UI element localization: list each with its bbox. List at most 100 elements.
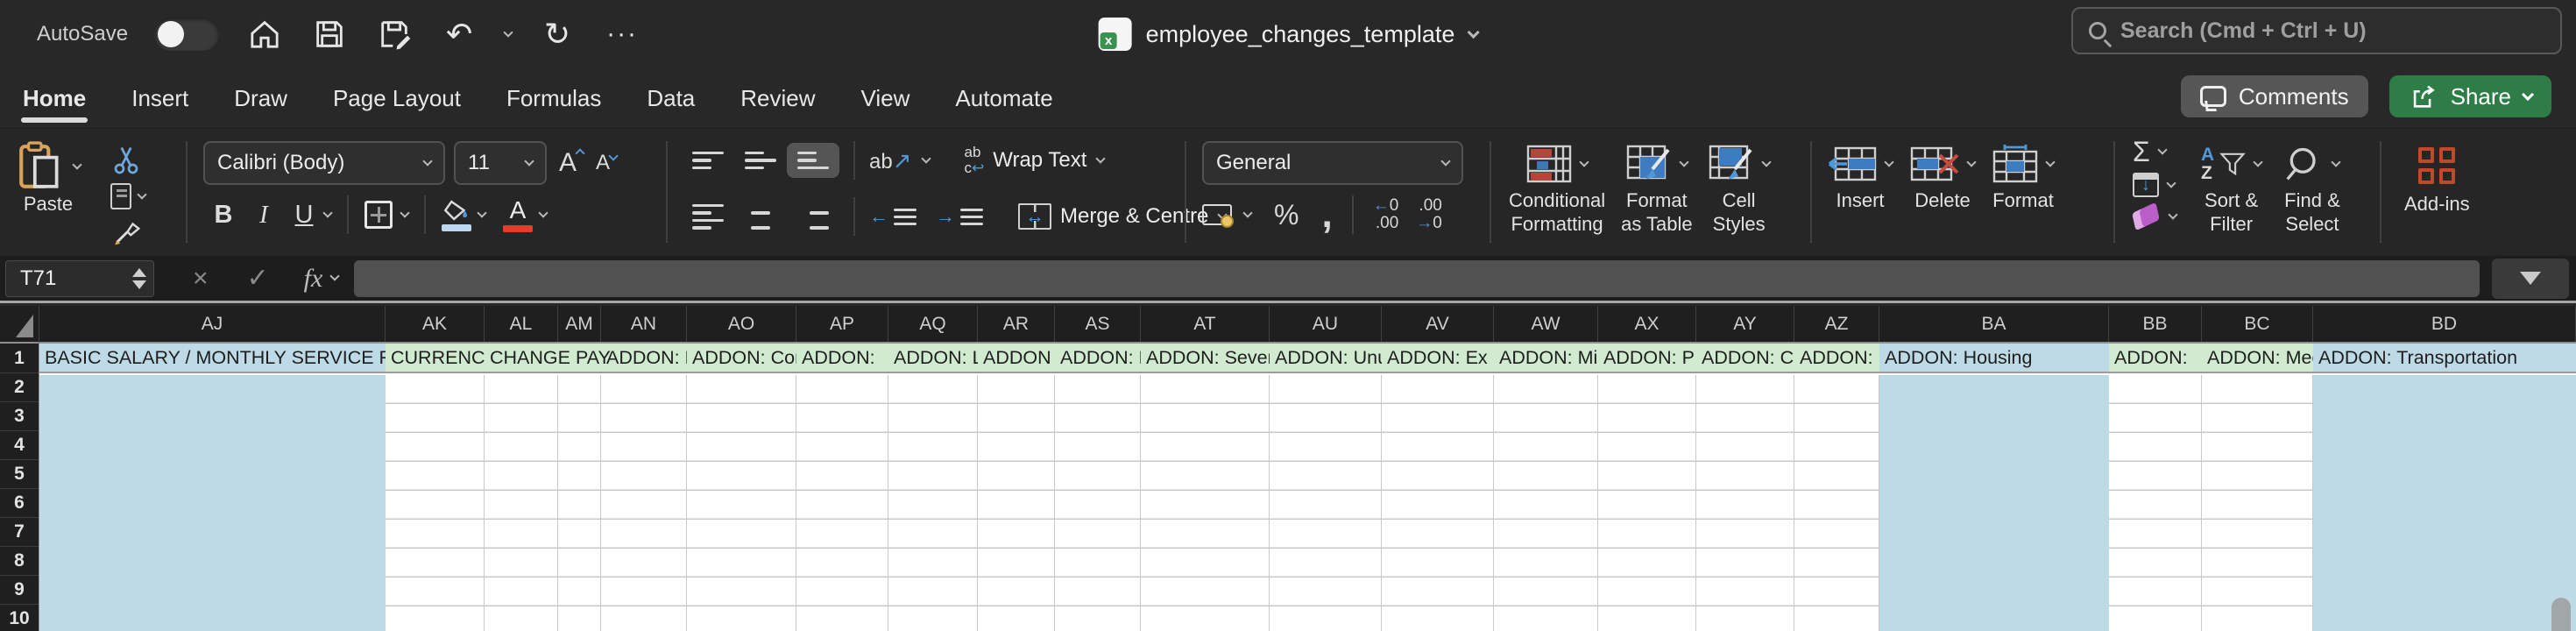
tab-view[interactable]: View [860, 73, 912, 124]
column-header-BA[interactable]: BA [1879, 306, 2109, 342]
borders-chevron-icon[interactable] [400, 207, 410, 218]
tab-automate[interactable]: Automate [953, 73, 1054, 124]
row-header-3[interactable]: 3 [0, 402, 39, 431]
cell-styles-button[interactable]: Cell Styles [1709, 143, 1772, 236]
redo-icon[interactable]: ↻ [538, 15, 577, 53]
column-body-AP[interactable] [796, 375, 888, 631]
cell-BB1[interactable]: ADDON: [2109, 344, 2202, 372]
increase-font-size-button[interactable]: A [559, 148, 585, 178]
column-body-AU[interactable] [1270, 375, 1382, 631]
align-center-button[interactable] [734, 195, 787, 238]
font-color-button[interactable]: A [503, 197, 533, 232]
copy-button[interactable] [110, 180, 147, 213]
align-bottom-button[interactable] [787, 142, 839, 179]
fill-button[interactable]: ↓ [2133, 173, 2176, 197]
autosum-button[interactable]: Σ [2133, 138, 2176, 166]
font-size-select[interactable]: 11 [454, 141, 547, 185]
cell-AX1[interactable]: ADDON: P [1598, 344, 1696, 372]
column-body-BA[interactable] [1879, 375, 2109, 631]
increase-indent-button[interactable]: → [936, 205, 983, 228]
cell-AP1[interactable]: ADDON: [796, 344, 888, 372]
cancel-icon[interactable]: × [193, 264, 209, 294]
column-header-AN[interactable]: AN [601, 306, 687, 342]
currency-chevron-icon[interactable] [1242, 207, 1253, 218]
column-header-AM[interactable]: AM [558, 306, 601, 342]
save-as-icon[interactable] [375, 15, 414, 53]
row-header-5[interactable]: 5 [0, 460, 39, 489]
comma-format-button[interactable]: , [1321, 195, 1332, 234]
orientation-chevron-icon[interactable] [920, 152, 931, 164]
cell-BC1[interactable]: ADDON: Mec [2202, 344, 2313, 372]
tab-formulas[interactable]: Formulas [505, 73, 603, 124]
delete-cells-button[interactable]: Delete [1910, 143, 1977, 212]
column-body-AO[interactable] [687, 375, 796, 631]
cut-button[interactable] [110, 143, 145, 176]
align-left-button[interactable] [682, 195, 734, 238]
insert-function-button[interactable]: fx [304, 264, 340, 294]
addins-button[interactable]: Add-ins [2404, 143, 2470, 216]
formula-input[interactable] [354, 259, 2480, 297]
undo-dropdown-chevron-icon[interactable] [503, 26, 513, 38]
more-commands-icon[interactable]: ··· [603, 15, 641, 53]
column-header-AR[interactable]: AR [978, 306, 1055, 342]
row-header-10[interactable]: 10 [0, 605, 39, 631]
bold-button[interactable]: B [203, 201, 244, 230]
column-header-AZ[interactable]: AZ [1794, 306, 1879, 342]
column-body-AN[interactable] [601, 375, 687, 631]
cell-AS1[interactable]: ADDON: R [1055, 344, 1141, 372]
enter-icon[interactable]: ✓ [247, 263, 269, 294]
share-button[interactable]: Share [2388, 75, 2551, 117]
conditional-formatting-button[interactable]: Conditional Formatting [1509, 143, 1605, 236]
grid-body[interactable] [39, 375, 2576, 631]
clear-button[interactable] [2132, 202, 2178, 231]
fill-color-chevron-icon[interactable] [477, 207, 487, 218]
autosave-toggle[interactable] [154, 18, 220, 51]
format-cells-button[interactable]: Format [1992, 143, 2056, 212]
column-header-AL[interactable]: AL [485, 306, 558, 342]
row-header-2[interactable]: 2 [0, 373, 39, 402]
cell-AU1[interactable]: ADDON: Unu [1270, 344, 1382, 372]
number-format-select[interactable]: General [1202, 141, 1463, 185]
column-body-BD[interactable] [2313, 375, 2576, 631]
column-body-AY[interactable] [1696, 375, 1794, 631]
tab-page-layout[interactable]: Page Layout [331, 73, 463, 124]
cell-BD1[interactable]: ADDON: Transportation [2313, 344, 2576, 372]
cell-AY1[interactable]: ADDON: Ca [1696, 344, 1794, 372]
column-body-AK[interactable] [386, 375, 485, 631]
insert-cells-button[interactable]: Insert [1828, 143, 1894, 212]
font-name-select[interactable]: Calibri (Body) [203, 141, 445, 185]
borders-button[interactable] [364, 201, 393, 229]
tab-home[interactable]: Home [21, 73, 88, 124]
sort-filter-button[interactable]: AZ Sort & Filter [2201, 143, 2263, 236]
column-header-AP[interactable]: AP [796, 306, 888, 342]
column-header-AS[interactable]: AS [1055, 306, 1141, 342]
row-header-9[interactable]: 9 [0, 576, 39, 605]
comments-button[interactable]: Comments [2180, 75, 2368, 117]
document-title[interactable]: employee_changes_template [1146, 21, 1455, 48]
home-icon[interactable] [245, 15, 284, 53]
vertical-scrollbar-thumb[interactable] [2551, 598, 2571, 631]
row-header-1[interactable]: 1 [0, 344, 39, 373]
column-body-BB[interactable] [2109, 375, 2202, 631]
cell-AO1[interactable]: ADDON: Cor [687, 344, 796, 372]
select-all-corner[interactable] [0, 306, 39, 344]
format-as-table-button[interactable]: Format as Table [1621, 143, 1693, 236]
decrease-indent-button[interactable]: ← [869, 205, 916, 228]
fill-color-button[interactable] [442, 199, 471, 231]
column-body-AW[interactable] [1494, 375, 1598, 631]
name-box-stepper[interactable] [132, 267, 146, 289]
row-header-6[interactable]: 6 [0, 489, 39, 518]
column-body-AT[interactable] [1141, 375, 1270, 631]
row-header-8[interactable]: 8 [0, 547, 39, 576]
align-middle-button[interactable] [734, 143, 787, 178]
wrap-text-chevron-icon[interactable] [1095, 152, 1107, 164]
column-header-AQ[interactable]: AQ [888, 306, 978, 342]
tab-review[interactable]: Review [739, 73, 817, 124]
column-body-AX[interactable] [1598, 375, 1696, 631]
column-body-AQ[interactable] [888, 375, 978, 631]
column-body-BC[interactable] [2202, 375, 2313, 631]
cell-AZ1[interactable]: ADDON: [1794, 344, 1879, 372]
orientation-button[interactable]: ab↗ [869, 147, 912, 174]
column-header-BC[interactable]: BC [2202, 306, 2313, 342]
increase-decimal-button[interactable]: ←0 .00 [1373, 197, 1399, 232]
